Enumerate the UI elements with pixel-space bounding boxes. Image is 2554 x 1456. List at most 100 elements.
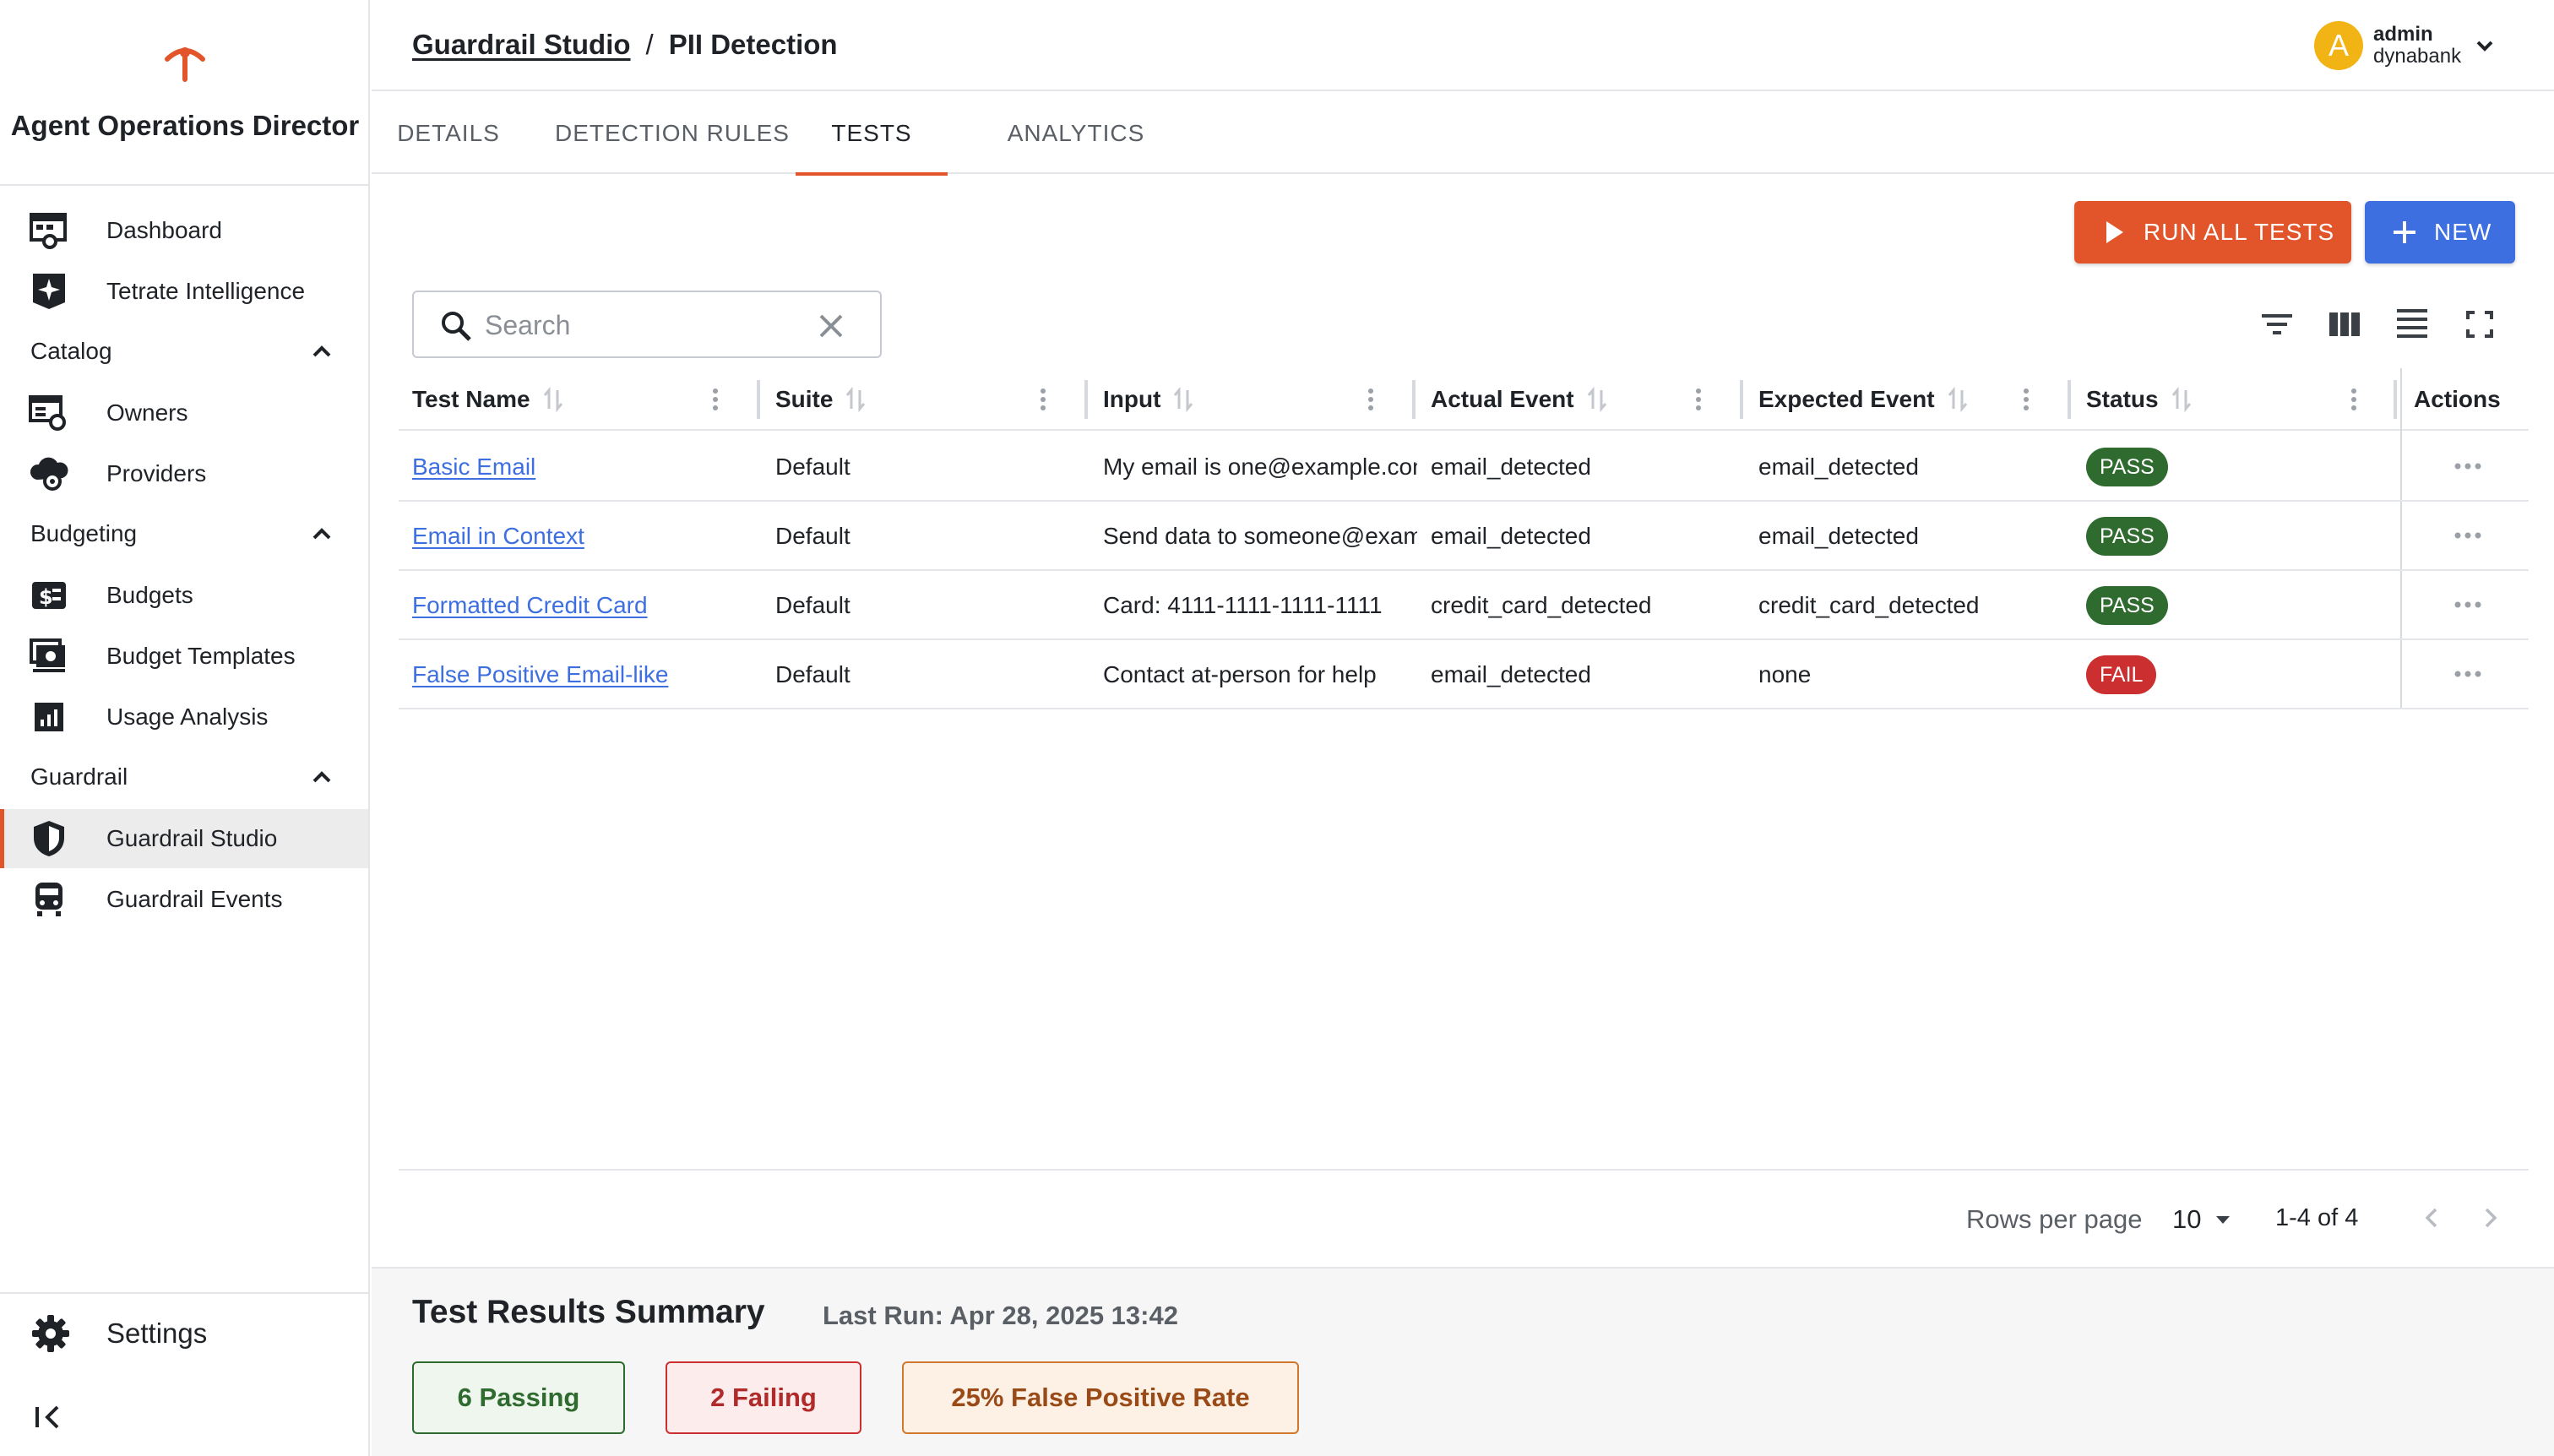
sidebar-item-label: Usage Analysis: [106, 704, 269, 730]
section-label: Catalog: [30, 338, 112, 364]
column-separator[interactable]: [1412, 380, 1416, 419]
pagination: Rows per page 10 1-4 of 4: [399, 1169, 2529, 1267]
cell-status: PASS: [2086, 432, 2390, 502]
column-label: Actions: [2414, 386, 2501, 412]
column-separator[interactable]: [1084, 380, 1088, 419]
cell-input: Contact at-person for help: [1103, 661, 1377, 687]
collapse-sidebar-icon[interactable]: [32, 1402, 66, 1432]
run-all-tests-button[interactable]: RUN ALL TESTS: [2074, 201, 2351, 263]
sidebar-item-providers[interactable]: Providers: [0, 444, 368, 503]
density-icon[interactable]: [2392, 304, 2432, 345]
failing-count-badge: 2 Failing: [666, 1361, 861, 1434]
sort-icon: [1948, 387, 1967, 412]
sidebar-item-dashboard[interactable]: Dashboard: [0, 201, 368, 260]
chevron-up-icon: [312, 345, 331, 357]
new-test-button[interactable]: NEW: [2365, 201, 2515, 263]
sort-icon: [1587, 387, 1606, 412]
column-header-input[interactable]: Input: [1103, 368, 1194, 431]
template-icon: [29, 636, 69, 676]
tab-tests[interactable]: TESTS: [796, 93, 948, 176]
cell-status: FAIL: [2086, 640, 2390, 709]
fullscreen-icon[interactable]: [2459, 304, 2500, 345]
columns-icon[interactable]: [2324, 304, 2365, 345]
cell-suite: Default: [775, 454, 850, 480]
sidebar: Agent Operations Director Dashboard Tetr…: [0, 0, 370, 1456]
cell-actual-event: email_detected: [1431, 661, 1591, 687]
table-row: Formatted Credit Card Default Card: 4111…: [399, 571, 2529, 640]
close-icon[interactable]: [814, 309, 848, 343]
sidebar-item-label: Dashboard: [106, 217, 222, 243]
gear-icon: [32, 1315, 69, 1352]
test-name-link[interactable]: Email in Context: [412, 523, 584, 550]
column-header-test-name[interactable]: Test Name: [412, 368, 564, 431]
more-icon[interactable]: [2443, 449, 2493, 483]
test-name-link[interactable]: Formatted Credit Card: [412, 592, 648, 619]
page-range: 1-4 of 4: [2275, 1204, 2359, 1231]
cell-expected-event: email_detected: [1758, 523, 1919, 549]
column-header-suite[interactable]: Suite: [775, 368, 867, 431]
section-budgeting[interactable]: Budgeting: [0, 508, 368, 559]
more-icon[interactable]: [2443, 519, 2493, 552]
column-header-status[interactable]: Status: [2086, 368, 2193, 431]
cell-status: PASS: [2086, 571, 2390, 640]
sidebar-item-label: Owners: [106, 399, 188, 426]
column-menu-icon[interactable]: [1694, 387, 1703, 412]
column-menu-icon[interactable]: [1367, 387, 1375, 412]
sidebar-item-tetrate-intelligence[interactable]: Tetrate Intelligence: [0, 262, 368, 321]
more-icon[interactable]: [2443, 588, 2493, 622]
app-title: Agent Operations Director: [10, 110, 360, 141]
section-catalog[interactable]: Catalog: [0, 326, 368, 377]
tab-bar: DETAILS DETECTION RULES TESTS ANALYTICS: [372, 93, 2554, 176]
top-header: Guardrail Studio / PII Detection A admin…: [372, 0, 2554, 91]
run-all-tests-label: RUN ALL TESTS: [2144, 219, 2335, 245]
caret-down-icon[interactable]: [2211, 1208, 2235, 1231]
sidebar-item-budgets[interactable]: $ Budgets: [0, 566, 368, 625]
false-positive-rate-badge: 25% False Positive Rate: [902, 1361, 1299, 1434]
sidebar-item-guardrail-studio[interactable]: Guardrail Studio: [0, 809, 368, 868]
user-menu[interactable]: A admin dynabank: [2314, 20, 2497, 71]
user-info: admin dynabank: [2373, 24, 2461, 68]
cell-actual-event: email_detected: [1431, 523, 1591, 549]
sidebar-item-usage-analysis[interactable]: Usage Analysis: [0, 687, 368, 747]
sidebar-item-guardrail-events[interactable]: Guardrail Events: [0, 870, 368, 929]
chevron-up-icon: [312, 771, 331, 783]
breadcrumb-parent-link[interactable]: Guardrail Studio: [412, 29, 631, 61]
column-separator[interactable]: [2394, 380, 2397, 419]
column-menu-icon[interactable]: [2022, 387, 2030, 412]
column-menu-icon[interactable]: [1039, 387, 1047, 412]
app-root: Agent Operations Director Dashboard Tetr…: [0, 0, 2554, 1456]
table-row: Basic Email Default My email is one@exam…: [399, 432, 2529, 502]
tab-analytics[interactable]: ANALYTICS: [963, 93, 1189, 174]
column-separator[interactable]: [757, 380, 760, 419]
next-page-icon[interactable]: [2475, 1203, 2505, 1233]
svg-text:$: $: [39, 585, 53, 609]
sidebar-item-label: Budgets: [106, 582, 193, 608]
column-menu-icon[interactable]: [711, 387, 720, 412]
test-name-link[interactable]: False Positive Email-like: [412, 661, 668, 688]
more-icon[interactable]: [2443, 657, 2493, 691]
column-separator[interactable]: [2068, 380, 2071, 419]
tab-details[interactable]: DETAILS: [372, 93, 525, 174]
sidebar-item-owners[interactable]: Owners: [0, 383, 368, 443]
column-separator[interactable]: [1740, 380, 1743, 419]
column-menu-icon[interactable]: [2350, 387, 2358, 412]
test-name-link[interactable]: Basic Email: [412, 454, 535, 481]
owners-icon: [29, 393, 69, 433]
previous-page-icon[interactable]: [2417, 1203, 2448, 1233]
chevron-down-icon: [2476, 41, 2493, 52]
dollar-icon: $: [29, 575, 69, 616]
status-badge: FAIL: [2086, 655, 2157, 694]
table-header: Test Name Suite Input Actual Event Expec…: [399, 368, 2529, 431]
section-guardrail[interactable]: Guardrail: [0, 752, 368, 802]
column-header-expected-event[interactable]: Expected Event: [1758, 368, 1969, 431]
breadcrumb: Guardrail Studio / PII Detection: [412, 29, 838, 61]
tab-detection-rules[interactable]: DETECTION RULES: [535, 93, 809, 174]
column-header-actual-event[interactable]: Actual Event: [1431, 368, 1608, 431]
status-badge: PASS: [2086, 586, 2168, 625]
rows-per-page-select[interactable]: 10: [2172, 1204, 2201, 1235]
column-label: Status: [2086, 386, 2159, 412]
settings-button[interactable]: Settings: [0, 1302, 368, 1365]
filter-icon[interactable]: [2257, 304, 2297, 345]
search-input[interactable]: [485, 306, 814, 345]
sidebar-item-budget-templates[interactable]: Budget Templates: [0, 627, 368, 686]
